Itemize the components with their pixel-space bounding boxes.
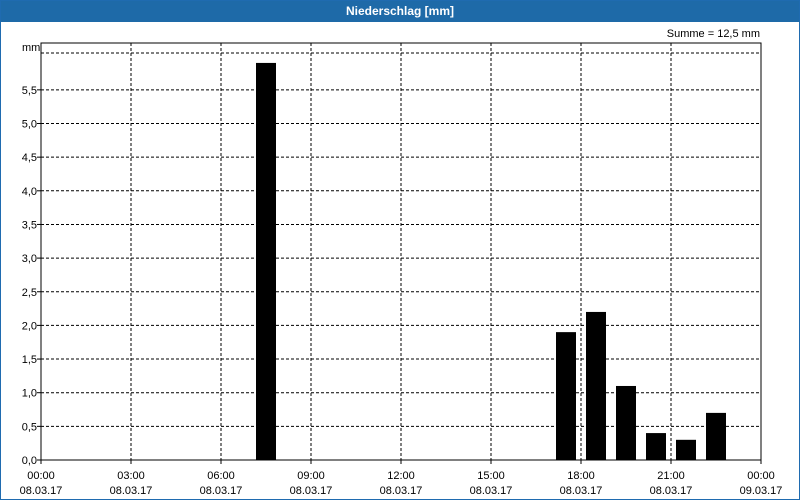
x-tick-date: 08.03.17 <box>110 485 153 497</box>
y-tick-label: 3,5 <box>22 219 37 231</box>
x-tick-time: 09:00 <box>297 470 325 482</box>
y-axis-unit: mm <box>22 42 40 54</box>
y-tick-label: 5,5 <box>22 85 37 97</box>
y-tick-label: 4,5 <box>22 152 37 164</box>
x-tick-date: 08.03.17 <box>560 485 603 497</box>
y-tick-label: 2,0 <box>22 320 37 332</box>
precipitation-chart: 0,0 0,5 1,0 1,5 2,0 2,5 3,0 3,5 4,0 4,5 5,0 5,5 00:… <box>20 28 783 497</box>
bar <box>616 385 636 460</box>
y-tick-label: 1,5 <box>22 354 37 366</box>
x-tick-time: 12:00 <box>387 470 415 482</box>
x-tick-labels: 00:00 08.03.17 03:00 08.03.17 06:00 08.03.17 0… <box>20 470 783 497</box>
x-tick-time: 00:00 <box>27 470 55 482</box>
y-tick-labels: 0,0 0,5 1,0 1,5 2,0 2,5 3,0 3,5 4,0 4,5 5,0 5,5 <box>22 85 37 467</box>
bar <box>706 412 726 460</box>
x-tick-time: 21:00 <box>657 470 685 482</box>
x-tick-time: 15:00 <box>477 470 505 482</box>
bar <box>556 332 576 460</box>
x-tick-date: 08.03.17 <box>380 485 423 497</box>
x-tick-date: 08.03.17 <box>20 485 63 497</box>
x-tick-time: 18:00 <box>567 470 595 482</box>
x-tick-date: 08.03.17 <box>470 485 513 497</box>
grid-lines <box>41 43 761 460</box>
x-tick-date: 08.03.17 <box>650 485 693 497</box>
y-tick-label: 4,0 <box>22 186 37 198</box>
y-tick-label: 3,0 <box>22 253 37 265</box>
axes <box>37 42 762 464</box>
bar <box>646 433 666 460</box>
y-tick-label: 0,0 <box>22 455 37 467</box>
bar <box>256 62 276 461</box>
sum-annotation: Summe = 12,5 mm <box>667 28 760 40</box>
y-tick-label: 5,0 <box>22 119 37 131</box>
y-tick-label: 0,5 <box>22 421 37 433</box>
bar <box>586 311 606 460</box>
x-tick-date: 08.03.17 <box>200 485 243 497</box>
y-tick-label: 1,0 <box>22 388 37 400</box>
x-tick-time: 00:00 <box>747 470 775 482</box>
x-tick-time: 03:00 <box>117 470 145 482</box>
x-tick-date: 08.03.17 <box>290 485 333 497</box>
y-tick-label: 2,5 <box>22 287 37 299</box>
bar <box>676 439 696 460</box>
x-tick-time: 06:00 <box>207 470 235 482</box>
x-tick-date: 09.03.17 <box>740 485 783 497</box>
